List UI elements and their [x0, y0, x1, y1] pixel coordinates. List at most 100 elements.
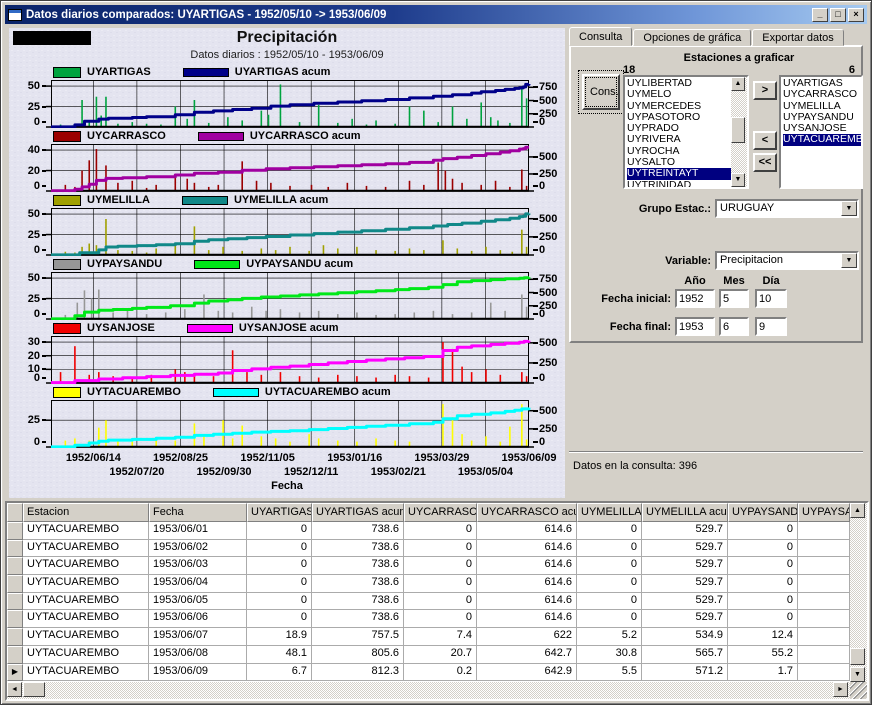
column-header-uycarrasco[interactable]: UYCARRASCO — [404, 503, 477, 522]
column-header-estacion[interactable]: Estacion — [23, 503, 149, 522]
scrollbar-thumb[interactable] — [850, 648, 865, 665]
fecha-final-dia-field[interactable] — [755, 317, 787, 336]
y-axis-tick-label: 10 — [9, 363, 46, 375]
fecha-final-label: Fecha final: — [571, 321, 671, 333]
scrollbar-thumb[interactable] — [23, 682, 45, 697]
tab-exportar-datos[interactable]: Exportar datos — [752, 29, 844, 46]
fecha-final-ano-field[interactable] — [675, 317, 715, 336]
table-horizontal-scrollbar[interactable]: ◄ ► — [7, 682, 850, 699]
row-selector[interactable] — [7, 628, 23, 646]
available-station-item-uytrinidad[interactable]: UYTRINIDAD — [627, 180, 731, 189]
query-status-bar: Datos en la consulta: 396 — [569, 451, 863, 497]
scroll-down-icon[interactable]: ▼ — [850, 667, 865, 682]
selected-stations-list[interactable]: UYARTIGASUYCARRASCOUYMELILLAUYPAYSANDUUY… — [779, 75, 863, 189]
variable-label: Variable: — [571, 255, 711, 267]
table-row[interactable]: UYTACUAREMBO1953/06/0848.1805.620.7642.7… — [7, 646, 850, 664]
title-bar[interactable]: Datos diarios comparados: UYARTIGAS - 19… — [5, 5, 867, 24]
minimize-button[interactable]: _ — [812, 8, 828, 22]
row-selector[interactable] — [7, 575, 23, 593]
chevron-down-icon[interactable]: ▼ — [841, 253, 857, 268]
tab-consulta[interactable]: Consulta — [569, 27, 632, 46]
row-selector[interactable] — [7, 522, 23, 540]
column-header-uypaysandu[interactable]: UYPAYSANDU — [728, 503, 798, 522]
table-vertical-scrollbar[interactable]: ▲ ▼ — [850, 503, 867, 682]
plot-svg — [45, 272, 537, 320]
scroll-up-icon[interactable]: ▲ — [850, 503, 865, 518]
scroll-up-icon[interactable]: ▲ — [731, 77, 745, 91]
legend-swatch-daily — [53, 131, 81, 142]
x-tick-label: 1952/06/14 — [66, 452, 121, 464]
table-row[interactable]: UYTACUAREMBO1953/06/060738.60614.60529.7… — [7, 610, 850, 628]
cell: UYTACUAREMBO — [23, 593, 149, 611]
legend-swatch-acum — [183, 68, 229, 77]
scroll-left-icon[interactable]: ◄ — [7, 682, 22, 697]
cell: 1.7 — [728, 664, 798, 682]
resize-grip[interactable] — [850, 682, 867, 699]
move-left-button[interactable]: < — [753, 131, 777, 150]
scroll-right-icon[interactable]: ► — [833, 682, 848, 697]
available-stations-items: UYLIBERTADUYMELOUYMERCEDESUYPASOTOROUYPR… — [625, 77, 731, 187]
move-all-left-button[interactable]: << — [753, 153, 777, 172]
legend-label-daily: UYTACUAREMBO — [87, 386, 181, 398]
cell: 529.7 — [642, 557, 728, 575]
variable-combobox[interactable]: Precipitacion ▼ — [715, 251, 859, 270]
grupo-estac-combobox[interactable]: URUGUAY ▼ — [715, 199, 859, 218]
stations-header: Estaciones a graficar — [619, 52, 859, 64]
row-selector[interactable] — [7, 593, 23, 611]
cell: 0 — [247, 610, 312, 628]
legend-label-acum: UYMELILLA acum — [234, 194, 328, 206]
column-header-uyartigas-acum[interactable]: UYARTIGAS acum — [312, 503, 404, 522]
data-table-panel: EstacionFechaUYARTIGASUYARTIGAS acumUYCA… — [5, 501, 869, 701]
available-station-item-uymelo[interactable]: UYMELO — [627, 89, 731, 100]
x-tick-label: 1952/11/05 — [240, 452, 294, 464]
table-row[interactable]: UYTACUAREMBO1953/06/0718.9757.57.46225.2… — [7, 628, 850, 646]
column-header-uycarrasco-acum[interactable]: UYCARRASCO acum — [477, 503, 577, 522]
table-row[interactable]: UYTACUAREMBO1953/06/050738.60614.60529.7… — [7, 593, 850, 611]
table-row[interactable]: ▶UYTACUAREMBO1953/06/096.7812.30.2642.95… — [7, 664, 850, 682]
cell: 0 — [577, 575, 642, 593]
fecha-inicial-dia-field[interactable] — [755, 289, 787, 308]
table-row[interactable]: UYTACUAREMBO1953/06/010738.60614.60529.7… — [7, 522, 850, 540]
column-header-fecha[interactable]: Fecha — [149, 503, 247, 522]
cell: 0 — [577, 522, 642, 540]
column-header-uymelilla-acum[interactable]: UYMELILLA acum — [642, 503, 728, 522]
cell: 5.5 — [577, 664, 642, 682]
scrollbar-thumb[interactable] — [731, 117, 745, 143]
tab-opciones-de-grafica[interactable]: Opciones de gráfica — [633, 29, 751, 46]
row-selector[interactable] — [7, 646, 23, 664]
column-header-uypaysandu-acum[interactable]: UYPAYSANDU acum — [798, 503, 850, 522]
x-tick-label: 1953/02/21 — [371, 466, 426, 478]
scroll-down-icon[interactable]: ▼ — [731, 173, 745, 187]
column-header-uymelilla[interactable]: UYMELILLA — [577, 503, 642, 522]
move-right-button[interactable]: > — [753, 81, 777, 100]
x-tick-label: 1952/08/25 — [153, 452, 208, 464]
close-button[interactable]: × — [848, 8, 864, 22]
column-header-uyartigas[interactable]: UYARTIGAS — [247, 503, 312, 522]
fecha-final-mes-field[interactable] — [719, 317, 749, 336]
row-selector[interactable] — [7, 557, 23, 575]
fecha-inicial-ano-field[interactable] — [675, 289, 715, 308]
y-axis-tick-label: 25 — [9, 101, 46, 113]
cell: 614.6 — [477, 610, 577, 628]
chevron-down-icon[interactable]: ▼ — [841, 201, 857, 216]
selected-station-item-uytacuarembo[interactable]: UYTACUAREMBO — [783, 134, 861, 145]
table-row[interactable]: UYTACUAREMBO1953/06/030738.60614.60529.7… — [7, 557, 850, 575]
cell: 812.3 — [312, 664, 404, 682]
plot-uymelilla: 025500250500 — [9, 208, 565, 256]
available-station-item-uytreintayt[interactable]: UYTREINTAYT — [627, 168, 731, 179]
selected-stations-items: UYARTIGASUYCARRASCOUYMELILLAUYPAYSANDUUY… — [781, 77, 861, 187]
cons-button[interactable]: Cons. — [582, 74, 620, 110]
maximize-button[interactable]: □ — [830, 8, 846, 22]
legend-label-acum: UYSANJOSE acum — [239, 322, 339, 334]
y-axis-tick-label: 40 — [9, 144, 46, 156]
table-row[interactable]: UYTACUAREMBO1953/06/040738.60614.60529.7… — [7, 575, 850, 593]
active-row-marker[interactable]: ▶ — [7, 664, 23, 682]
row-selector-header[interactable] — [7, 503, 23, 522]
table-row[interactable]: UYTACUAREMBO1953/06/020738.60614.60529.7… — [7, 540, 850, 558]
row-selector[interactable] — [7, 610, 23, 628]
fecha-inicial-mes-field[interactable] — [719, 289, 749, 308]
available-stations-list[interactable]: UYLIBERTADUYMELOUYMERCEDESUYPASOTOROUYPR… — [623, 75, 749, 189]
row-selector[interactable] — [7, 540, 23, 558]
selected-station-item-uycarrasco[interactable]: UYCARRASCO — [783, 89, 861, 100]
available-list-scrollbar[interactable]: ▲ ▼ — [731, 77, 747, 187]
